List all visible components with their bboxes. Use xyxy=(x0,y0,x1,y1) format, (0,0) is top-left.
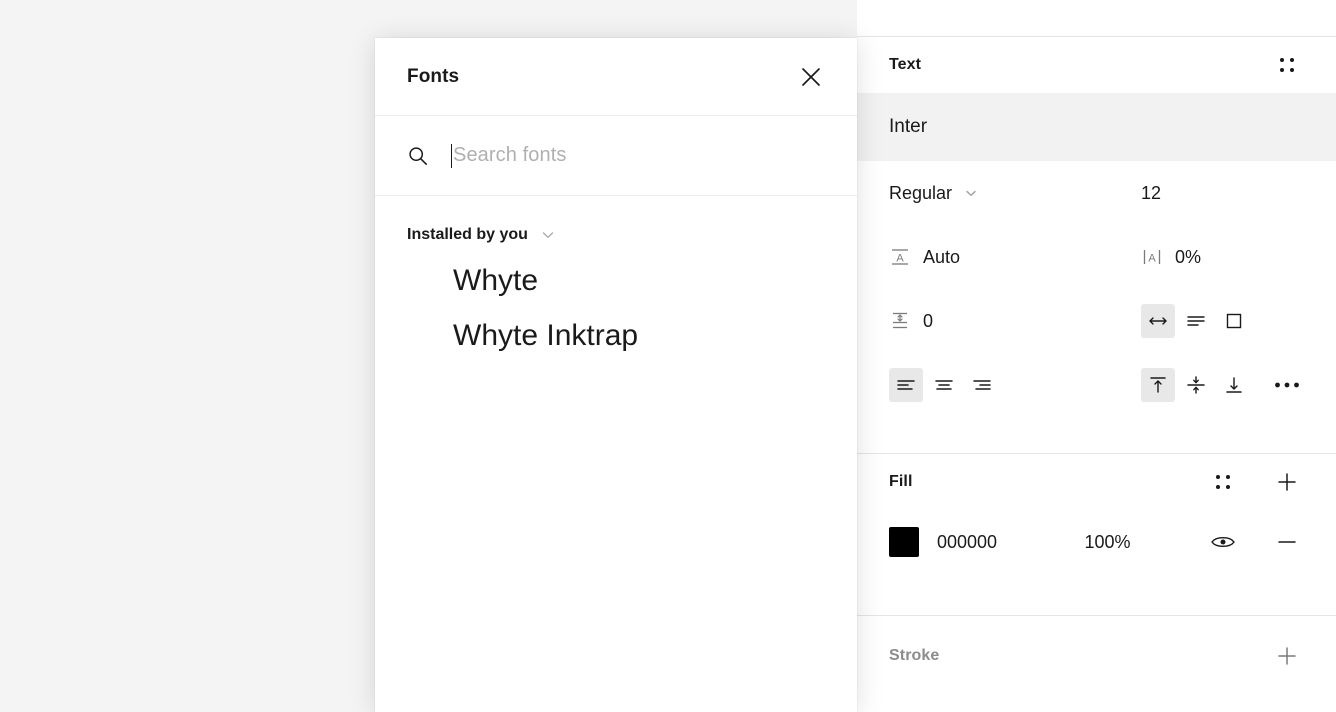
fill-opacity-value[interactable]: 100% xyxy=(1084,532,1206,553)
properties-panel: g . . . Text Inter Regular xyxy=(857,0,1336,712)
fill-section-header: Fill xyxy=(857,454,1336,510)
fill-section-actions xyxy=(1206,465,1304,499)
resize-button-group xyxy=(1141,304,1251,338)
font-size-value: 12 xyxy=(1141,182,1162,203)
font-weight-size-row: Regular 12 xyxy=(857,161,1336,225)
list-item[interactable]: Whyte Inktrap xyxy=(375,309,857,364)
add-fill-button[interactable] xyxy=(1270,465,1304,499)
text-styles-icon[interactable] xyxy=(1270,48,1304,82)
eye-icon[interactable] xyxy=(1206,525,1240,559)
align-center-icon[interactable] xyxy=(927,368,961,402)
fill-item-actions xyxy=(1206,525,1304,559)
vertical-align-group xyxy=(1141,368,1251,402)
align-middle-icon[interactable] xyxy=(1179,368,1213,402)
font-weight-selector[interactable]: Regular xyxy=(889,183,1141,204)
section-stroke: Stroke xyxy=(857,616,1336,696)
chevron-down-icon xyxy=(540,227,556,243)
letter-spacing-input[interactable]: A 0% xyxy=(1141,246,1201,268)
search-fonts-bar[interactable]: Search fonts xyxy=(375,116,857,196)
font-list: Whyte Whyte Inktrap xyxy=(375,244,857,363)
horizontal-align-group xyxy=(889,368,1141,402)
stroke-section-actions xyxy=(1270,639,1304,673)
fill-styles-icon[interactable] xyxy=(1206,465,1240,499)
fill-hex-value[interactable]: 000000 xyxy=(937,532,1084,553)
paragraph-spacing-input[interactable]: 0 xyxy=(889,310,1141,332)
fill-section-title: Fill xyxy=(889,473,913,490)
line-height-input[interactable]: A Auto xyxy=(889,246,1141,268)
text-caret xyxy=(451,143,452,168)
letter-spacing-value: 0% xyxy=(1175,246,1202,267)
align-top-icon[interactable] xyxy=(1141,368,1175,402)
auto-height-icon[interactable] xyxy=(1179,304,1213,338)
paragraph-spacing-value: 0 xyxy=(923,310,934,331)
align-right-icon[interactable] xyxy=(965,368,999,402)
search-icon xyxy=(407,145,429,167)
section-fill: Fill 000000 100% xyxy=(857,454,1336,574)
line-height-icon: A xyxy=(889,246,911,268)
font-group-header-installed[interactable]: Installed by you xyxy=(375,196,857,244)
fixed-size-icon[interactable] xyxy=(1217,304,1251,338)
paragraph-spacing-icon xyxy=(889,310,911,332)
add-stroke-button[interactable] xyxy=(1270,639,1304,673)
fonts-modal-header: Fonts xyxy=(375,38,857,116)
clipped-previous-section: g . . . xyxy=(857,0,1336,8)
font-family-selector[interactable]: Inter xyxy=(857,93,1336,161)
text-section-title: Text xyxy=(889,56,922,73)
section-text: Text Inter Regular 12 A Auto A 0% 0 xyxy=(857,37,1336,417)
text-section-actions xyxy=(1270,48,1304,82)
more-horizontal-icon[interactable] xyxy=(1270,368,1304,402)
font-family-value: Inter xyxy=(889,116,928,137)
app-root: g . . . Text Inter Regular xyxy=(0,0,1336,712)
list-item[interactable]: Whyte xyxy=(375,254,857,309)
close-icon[interactable] xyxy=(791,57,831,97)
search-input[interactable]: Search fonts xyxy=(453,144,567,167)
alignment-row xyxy=(857,353,1336,417)
search-input-wrapper[interactable]: Search fonts xyxy=(451,141,825,171)
text-section-header: Text xyxy=(857,37,1336,93)
chevron-down-icon xyxy=(964,186,978,200)
stroke-section-title: Stroke xyxy=(889,647,940,664)
remove-fill-button[interactable] xyxy=(1270,525,1304,559)
align-bottom-icon[interactable] xyxy=(1217,368,1251,402)
svg-text:A: A xyxy=(896,253,904,265)
auto-width-icon[interactable] xyxy=(1141,304,1175,338)
fill-color-swatch[interactable] xyxy=(889,527,919,557)
letter-spacing-icon: A xyxy=(1141,246,1163,268)
stroke-section-header: Stroke xyxy=(857,616,1336,696)
line-height-letter-spacing-row: A Auto A 0% xyxy=(857,225,1336,289)
paragraph-spacing-resize-row: 0 xyxy=(857,289,1336,353)
fonts-modal: Fonts Search fonts Installed by you Whyt… xyxy=(375,38,857,712)
fonts-modal-title: Fonts xyxy=(407,65,460,87)
font-group-label: Installed by you xyxy=(407,226,528,243)
svg-text:A: A xyxy=(1148,253,1156,265)
font-size-input[interactable]: 12 xyxy=(1141,183,1161,204)
font-weight-value: Regular xyxy=(889,182,953,203)
align-left-icon[interactable] xyxy=(889,368,923,402)
line-height-value: Auto xyxy=(923,246,961,267)
fill-item-row: 000000 100% xyxy=(857,510,1336,574)
